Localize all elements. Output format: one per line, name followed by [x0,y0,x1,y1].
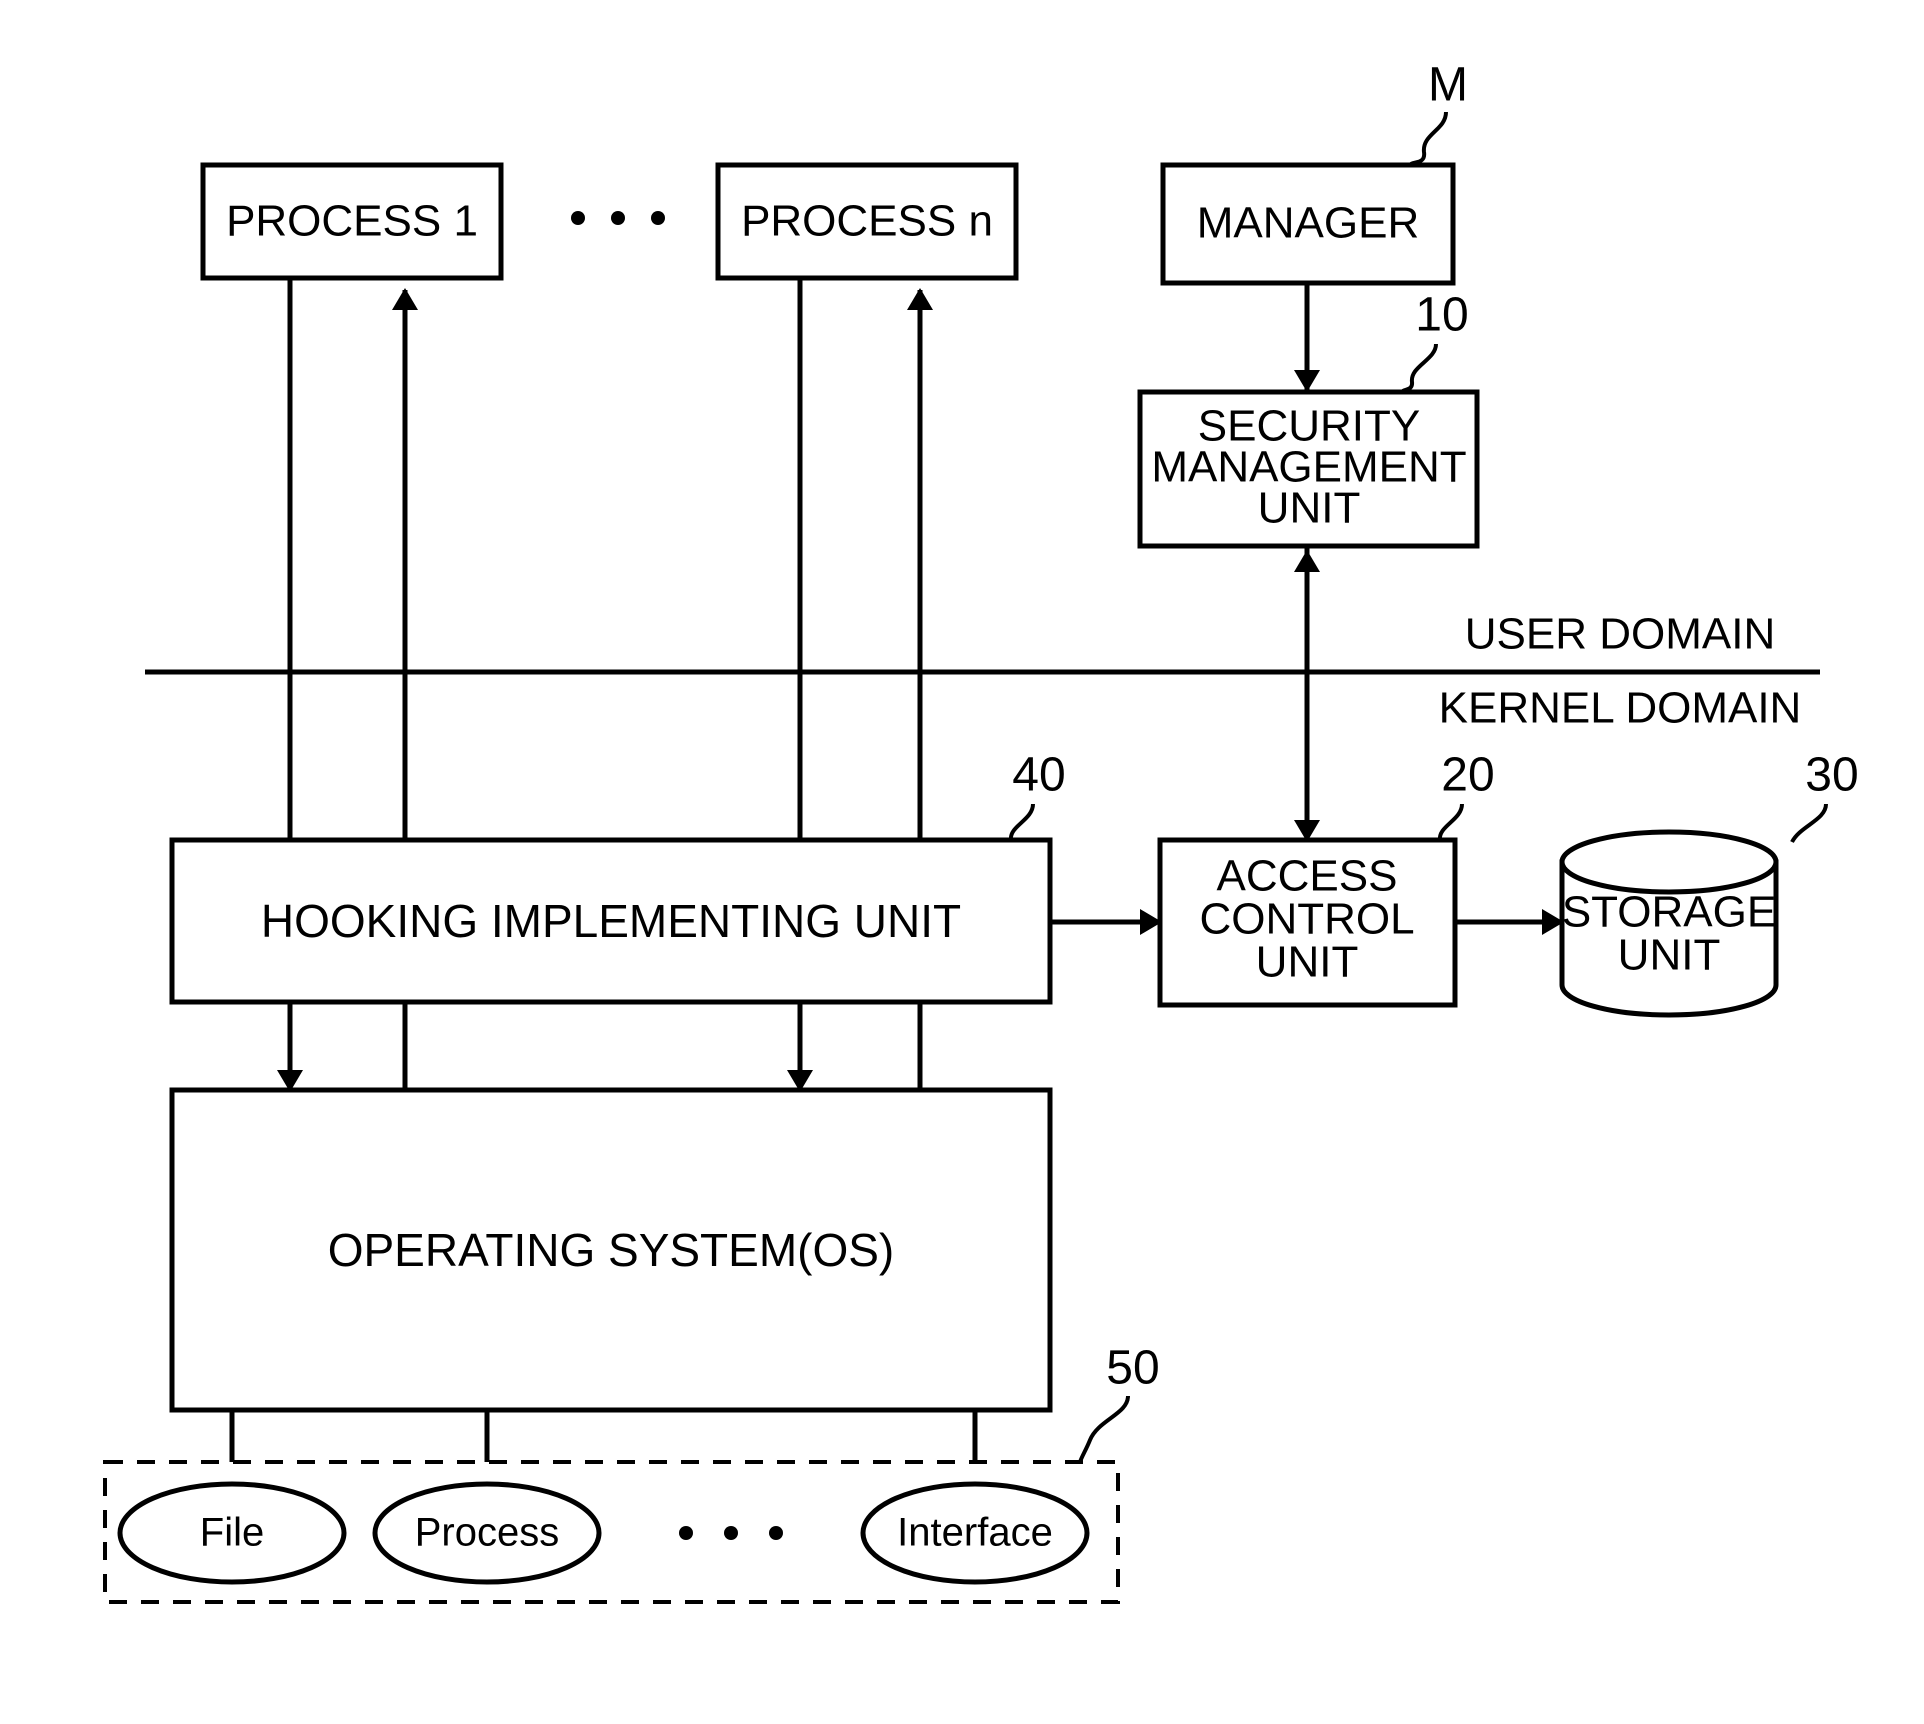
resource-file-label: File [200,1511,264,1555]
leader-line-hooking-unit [1009,803,1035,841]
process-n-label: PROCESS n [741,197,993,246]
operating-system-label: OPERATING SYSTEM(OS) [328,1224,895,1276]
ref-numeral-resource-group: 50 [1106,1342,1159,1395]
leader-line-security-management-unit [1400,343,1438,394]
user-domain-label: USER DOMAIN [1465,610,1775,659]
ref-numeral-security-management-unit: 10 [1415,289,1468,342]
leader-line-access-control-unit [1438,803,1464,841]
resource-interface-label: Interface [897,1511,1053,1555]
security-management-unit-line3: UNIT [1258,484,1361,533]
access-control-unit-line1: ACCESS [1217,852,1398,901]
access-control-unit-line3: UNIT [1256,938,1359,987]
leader-line-resource-group [1078,1395,1130,1463]
ref-numeral-storage-unit: 30 [1805,749,1858,802]
bottom-ellipsis [679,1526,783,1540]
leader-line-manager [1408,111,1448,167]
leader-line-storage-unit [1790,803,1828,844]
figure-canvas: USER DOMAIN KERNEL DOMAIN PROCESS 1 PROC… [0,0,1924,1724]
storage-unit-line1: STORAGE [1562,888,1776,937]
system-block-diagram: USER DOMAIN KERNEL DOMAIN PROCESS 1 PROC… [103,59,1859,1604]
access-control-unit-line2: CONTROL [1199,895,1414,944]
ref-numeral-hooking-unit: 40 [1012,749,1065,802]
manager-label: MANAGER [1197,199,1419,248]
storage-unit-line2: UNIT [1618,931,1721,980]
resource-process-label: Process [415,1511,560,1555]
kernel-domain-label: KERNEL DOMAIN [1439,684,1802,733]
process-1-label: PROCESS 1 [226,197,478,246]
ref-numeral-manager: M [1428,59,1468,112]
hooking-implementing-unit-label: HOOKING IMPLEMENTING UNIT [261,895,961,947]
ref-numeral-access-control-unit: 20 [1441,749,1494,802]
top-ellipsis [571,211,665,225]
